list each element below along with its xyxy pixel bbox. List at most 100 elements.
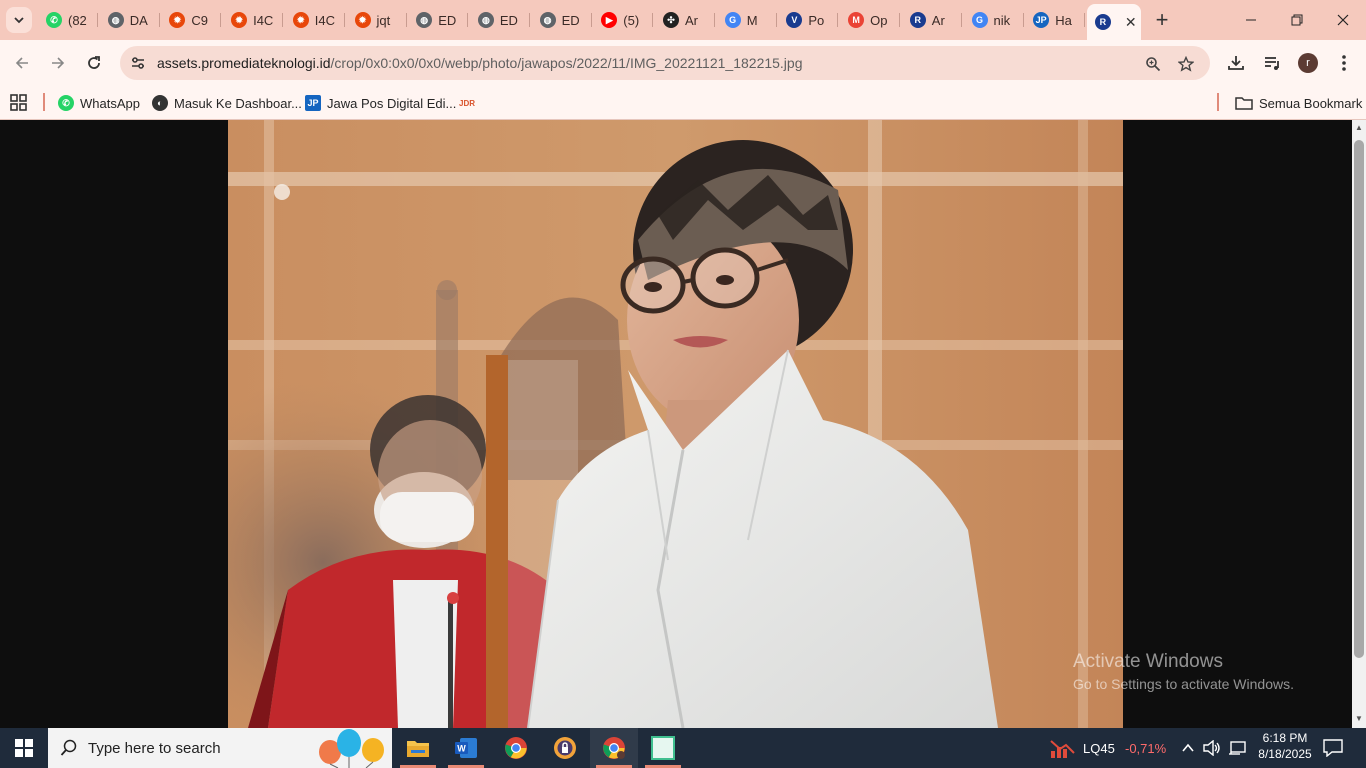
whatsapp-icon: ✆ — [58, 95, 74, 111]
chrome-app[interactable] — [492, 728, 540, 768]
reload-button[interactable] — [79, 48, 109, 78]
zoom-button[interactable] — [1142, 53, 1164, 75]
windows-activation-watermark: Activate Windows Go to Settings to activ… — [1073, 651, 1294, 692]
chevron-up-icon[interactable] — [1181, 741, 1195, 755]
file-explorer-app[interactable] — [394, 728, 442, 768]
url-path: /crop/0x0:0x0/0x0/webp/photo/jawapos/202… — [330, 55, 803, 71]
browser-tab[interactable]: R Ar — [902, 6, 962, 34]
browser-tab[interactable]: JP Ha — [1025, 6, 1086, 34]
apps-button[interactable] — [10, 93, 28, 113]
network-icon[interactable] — [1228, 740, 1246, 756]
browser-tab[interactable]: GM — [717, 6, 777, 34]
profile-avatar[interactable]: r — [1298, 53, 1318, 73]
forward-button[interactable] — [43, 48, 73, 78]
word-icon: W — [455, 738, 477, 758]
back-button[interactable] — [7, 48, 37, 78]
browser-tab[interactable]: ✹ jqt — [347, 6, 407, 34]
bookmark-dashboard[interactable]: ◐ Masuk Ke Dashboar... — [152, 93, 302, 113]
stock-change[interactable]: -0,71% — [1125, 741, 1166, 756]
more-vertical-icon — [1342, 55, 1346, 71]
scroll-up-icon[interactable]: ▲ — [1354, 123, 1364, 133]
folder-icon — [1235, 97, 1253, 110]
browser-tab[interactable]: ◍ ED — [532, 6, 592, 34]
scroll-thumb[interactable] — [1354, 140, 1364, 658]
all-bookmarks-button[interactable]: Semua Bookmark — [1235, 93, 1362, 113]
stock-ticker[interactable]: LQ45 — [1083, 741, 1115, 756]
download-icon — [1228, 56, 1244, 70]
browser-tab[interactable]: ✆ (82 — [38, 6, 98, 34]
displayed-photo[interactable] — [228, 120, 1123, 728]
bookmark-label: WhatsApp — [80, 95, 140, 111]
address-bar[interactable]: assets.promediateknologi.id/crop/0x0:0x0… — [120, 46, 1210, 80]
ro-icon: R — [1094, 14, 1111, 30]
all-bookmarks-label: Semua Bookmark — [1259, 95, 1363, 111]
balloons-icon — [319, 729, 384, 768]
browser-tab[interactable]: ✹ C9 — [161, 6, 222, 34]
bookmark-label: Masuk Ke Dashboar... — [174, 95, 302, 111]
clock-time: 6:18 PM — [1262, 731, 1308, 745]
notepad-app[interactable] — [639, 728, 687, 768]
scroll-down-icon[interactable]: ▼ — [1354, 714, 1364, 724]
tab-search-button[interactable] — [6, 7, 32, 33]
arrow-left-icon — [15, 57, 28, 69]
folder-icon — [407, 741, 429, 757]
browser-tab[interactable]: ✹ I4C — [285, 6, 345, 34]
tab-strip: ✆ (82 ◍ DA ✹ C9 ✹ I4C ✹ I4C ✹ jqt ◍ ED ◍ ED ◍ ED ▶ (5) ✣ Ar G M… — [0, 0, 1366, 40]
tab-title: Op — [870, 12, 888, 28]
apps-grid-icon — [10, 94, 27, 111]
tab-title: I4C — [253, 12, 274, 28]
tab-title: I4C — [314, 12, 336, 28]
jp-icon: JP — [305, 95, 321, 111]
word-app[interactable]: W — [442, 728, 490, 768]
browser-tab[interactable]: ◍ DA — [100, 6, 160, 34]
chrome-profile-app[interactable] — [590, 728, 638, 768]
browser-tab[interactable]: R ✕ — [1086, 4, 1141, 40]
flame-icon: ✹ — [169, 12, 186, 28]
google-icon: G — [724, 12, 741, 28]
bookmarks-separator — [43, 93, 45, 111]
browser-tab[interactable]: V Po — [778, 6, 839, 34]
site-info-icon[interactable] — [128, 53, 148, 73]
volume-icon[interactable] — [1203, 740, 1221, 756]
browser-tab[interactable]: ◍ ED — [408, 6, 469, 34]
youtube-icon: ▶ — [601, 12, 618, 28]
playlist-icon — [1265, 57, 1279, 70]
globe-icon: ◍ — [477, 12, 494, 28]
shield-lock-icon — [554, 737, 576, 759]
close-tab-icon[interactable]: ✕ — [1125, 14, 1137, 31]
browser-tab[interactable]: ▶ (5) — [593, 6, 654, 34]
start-button[interactable] — [0, 728, 48, 768]
plus-icon: + — [1155, 7, 1169, 32]
tor-vpn-app[interactable] — [541, 728, 589, 768]
watermark-title: Activate Windows — [1073, 651, 1223, 672]
tab-title: jqt — [376, 12, 391, 28]
notifications-icon[interactable] — [1323, 739, 1343, 757]
vertical-scrollbar[interactable]: ▲ ▼ — [1352, 120, 1366, 728]
minimize-button[interactable] — [1228, 0, 1274, 40]
browser-tab[interactable]: ✹ I4C — [223, 6, 284, 34]
close-window-button[interactable] — [1320, 0, 1366, 40]
clock[interactable]: 6:18 PM 8/18/2025 — [1255, 731, 1315, 761]
browser-tab[interactable]: ◍ ED — [470, 6, 530, 34]
bookmark-star-button[interactable] — [1175, 53, 1197, 75]
browser-tab[interactable]: Gnik — [964, 6, 1024, 34]
bookmark-label: Jawa Pos Digital Edi... — [327, 95, 457, 111]
flame-icon: ✹ — [231, 12, 248, 28]
globe-icon: ◐ — [152, 95, 168, 111]
downloads-button[interactable] — [1223, 50, 1249, 76]
bookmark-whatsapp[interactable]: ✆ WhatsApp — [58, 93, 140, 113]
url-text[interactable]: assets.promediateknologi.id/crop/0x0:0x0… — [157, 55, 803, 71]
restore-button[interactable] — [1274, 0, 1320, 40]
menu-button[interactable] — [1331, 50, 1357, 76]
bookmark-jawapos[interactable]: JP Jawa Pos Digital Edi... — [305, 93, 456, 113]
browser-tab[interactable]: M Op — [840, 6, 901, 34]
stock-chart-icon — [1050, 740, 1075, 758]
bookmark-jdr[interactable]: JDR — [459, 93, 475, 113]
browser-tab[interactable]: ✣ Ar — [655, 6, 715, 34]
new-tab-button[interactable]: + — [1148, 6, 1176, 34]
windows-logo-icon — [15, 739, 33, 757]
bookmarks-bar: ✆ WhatsApp ◐ Masuk Ke Dashboar... JP Jaw… — [0, 86, 1366, 120]
openai-icon: ✣ — [663, 12, 679, 28]
taskbar-search[interactable]: Type here to search — [48, 728, 392, 768]
media-control-button[interactable] — [1259, 50, 1285, 76]
